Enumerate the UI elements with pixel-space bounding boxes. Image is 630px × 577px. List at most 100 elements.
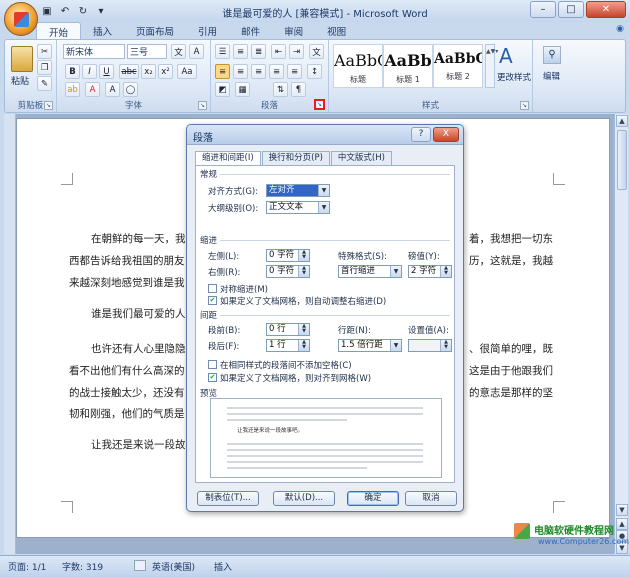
enclose-char-icon[interactable]: ◯ — [123, 82, 138, 97]
spinner-arrows-icon[interactable]: ▲ ▼ — [298, 266, 309, 277]
superscript-button[interactable]: x² — [158, 64, 173, 79]
paragraph-launcher-icon[interactable]: ↘ — [314, 99, 325, 110]
highlight-icon[interactable]: ab — [65, 82, 80, 97]
spinner-arrows-icon[interactable]: ▲ ▼ — [440, 340, 451, 351]
numbering-icon[interactable]: ≡ — [233, 44, 248, 59]
no-space-checkbox[interactable] — [208, 360, 217, 369]
line-spacing-combo[interactable]: 1.5 倍行距 ▼ — [338, 339, 402, 352]
tab-indents-spacing[interactable]: 缩进和间距(I) — [195, 151, 261, 166]
bold-button[interactable]: B — [65, 64, 80, 79]
space-after-spinner[interactable]: 1 行 ▲ ▼ — [266, 339, 310, 352]
office-button[interactable] — [4, 2, 38, 36]
chinese-layout-icon[interactable]: 文 — [309, 44, 324, 59]
strikethrough-button[interactable]: abc — [119, 64, 139, 79]
scroll-up-icon[interactable]: ▲ — [616, 115, 628, 127]
indent-by-spinner[interactable]: 2 字符 ▲ ▼ — [408, 265, 452, 278]
scroll-down-icon[interactable]: ▼ — [616, 504, 628, 516]
sort-icon[interactable]: ⇅ — [273, 82, 288, 97]
change-case-button[interactable]: Aa — [177, 64, 197, 79]
tab-line-page-breaks[interactable]: 换行和分页(P) — [261, 151, 330, 165]
char-shading-button[interactable]: A — [105, 82, 120, 97]
paste-label[interactable]: 粘贴 — [11, 74, 29, 87]
redo-icon[interactable]: ↻ — [76, 4, 90, 18]
clipboard-launcher-icon[interactable]: ↘ — [44, 101, 53, 110]
spinner-arrows-icon[interactable]: ▲ ▼ — [298, 324, 309, 335]
tab-page-layout[interactable]: 页面布局 — [124, 22, 186, 39]
styles-scroll-icon[interactable]: ▲▼▾ — [485, 44, 498, 88]
change-styles-icon[interactable]: A — [499, 44, 513, 68]
minimize-button[interactable]: – — [530, 1, 556, 18]
copy-icon[interactable]: ❐ — [37, 60, 52, 75]
alignment-combo[interactable]: 左对齐 ▼ — [266, 184, 330, 197]
editing-label[interactable]: 编辑 — [543, 70, 560, 82]
char-border-icon[interactable]: A — [189, 44, 204, 59]
right-indent-spinner[interactable]: 0 字符 ▲ ▼ — [266, 265, 310, 278]
spinner-arrows-icon[interactable]: ▲ ▼ — [298, 250, 309, 261]
status-words[interactable]: 字数: 319 — [62, 560, 103, 573]
tab-insert[interactable]: 插入 — [81, 22, 124, 39]
tab-references[interactable]: 引用 — [186, 22, 229, 39]
tab-asian-typography[interactable]: 中文版式(H) — [330, 151, 392, 165]
bullets-icon[interactable]: ☰ — [215, 44, 230, 59]
spinner-arrows-icon[interactable]: ▲ ▼ — [298, 340, 309, 351]
status-mode[interactable]: 插入 — [214, 560, 232, 573]
underline-button[interactable]: U — [99, 64, 114, 79]
left-indent-spinner[interactable]: 0 字符 ▲ ▼ — [266, 249, 310, 262]
mirror-indent-checkbox[interactable] — [208, 284, 217, 293]
proofing-icon[interactable] — [134, 560, 146, 571]
decrease-indent-icon[interactable]: ⇤ — [271, 44, 286, 59]
increase-indent-icon[interactable]: ⇥ — [289, 44, 304, 59]
style-heading1-card[interactable]: AaBb 标题 1 — [383, 44, 433, 88]
shading-icon[interactable]: ◩ — [215, 82, 230, 97]
at-spinner[interactable]: ▲ ▼ — [408, 339, 452, 352]
font-color-button[interactable]: A — [85, 82, 100, 97]
tab-view[interactable]: 视图 — [315, 22, 358, 39]
chevron-down-icon[interactable]: ▼ — [390, 340, 401, 351]
vertical-scrollbar[interactable]: ▲ ▼ ▲ ● ▼ — [614, 114, 628, 554]
scroll-thumb[interactable] — [617, 130, 627, 190]
spinner-arrows-icon[interactable]: ▲ ▼ — [440, 266, 451, 277]
tab-review[interactable]: 审阅 — [272, 22, 315, 39]
format-painter-icon[interactable]: ✎ — [37, 76, 52, 91]
align-right-icon[interactable]: ≡ — [251, 64, 266, 79]
save-icon[interactable]: ▣ — [40, 4, 54, 18]
chevron-down-icon[interactable]: ▼ — [390, 266, 401, 277]
paste-icon[interactable] — [11, 46, 33, 72]
dialog-close-button[interactable]: X — [433, 127, 459, 142]
chevron-down-icon[interactable]: ▼ — [318, 185, 329, 196]
style-heading2-card[interactable]: AaBbC 标题 2 — [433, 44, 483, 88]
help-button[interactable]: ? — [411, 127, 431, 142]
outline-level-combo[interactable]: 正文文本 ▼ — [266, 201, 330, 214]
ok-button[interactable]: 确定 — [347, 491, 399, 506]
tab-home[interactable]: 开始 — [36, 22, 82, 39]
styles-launcher-icon[interactable]: ↘ — [520, 101, 529, 110]
show-marks-icon[interactable]: ¶ — [291, 82, 306, 97]
status-page[interactable]: 页面: 1/1 — [8, 560, 46, 573]
subscript-button[interactable]: x₂ — [141, 64, 156, 79]
cut-icon[interactable]: ✂ — [37, 44, 52, 59]
undo-icon[interactable]: ↶ — [58, 4, 72, 18]
change-styles-label[interactable]: 更改样式 — [497, 71, 531, 83]
font-launcher-icon[interactable]: ↘ — [198, 101, 207, 110]
phonetic-guide-icon[interactable]: 文 — [171, 44, 186, 59]
chevron-down-icon[interactable]: ▼ — [318, 202, 329, 213]
align-center-icon[interactable]: ≡ — [233, 64, 248, 79]
help-icon[interactable]: ◉ — [616, 24, 624, 34]
tab-mailings[interactable]: 邮件 — [229, 22, 272, 39]
multilevel-list-icon[interactable]: ≣ — [251, 44, 266, 59]
customize-icon[interactable]: ▾ — [94, 4, 108, 18]
status-language[interactable]: 英语(美国) — [152, 560, 195, 573]
tabs-button[interactable]: 制表位(T)... — [197, 491, 259, 506]
close-button[interactable]: ✕ — [586, 1, 626, 18]
auto-adjust-checkbox[interactable]: ✔ — [208, 296, 217, 305]
maximize-button[interactable]: □ — [558, 1, 584, 18]
distributed-icon[interactable]: ≡ — [287, 64, 302, 79]
font-name-combo[interactable]: 新宋体 — [63, 44, 125, 59]
align-left-icon[interactable]: ≡ — [215, 64, 230, 79]
italic-button[interactable]: I — [82, 64, 97, 79]
special-format-combo[interactable]: 首行缩进 ▼ — [338, 265, 402, 278]
justify-icon[interactable]: ≡ — [269, 64, 284, 79]
line-spacing-icon[interactable]: ↕ — [307, 64, 322, 79]
cancel-button[interactable]: 取消 — [405, 491, 457, 506]
snap-grid-checkbox[interactable]: ✔ — [208, 373, 217, 382]
